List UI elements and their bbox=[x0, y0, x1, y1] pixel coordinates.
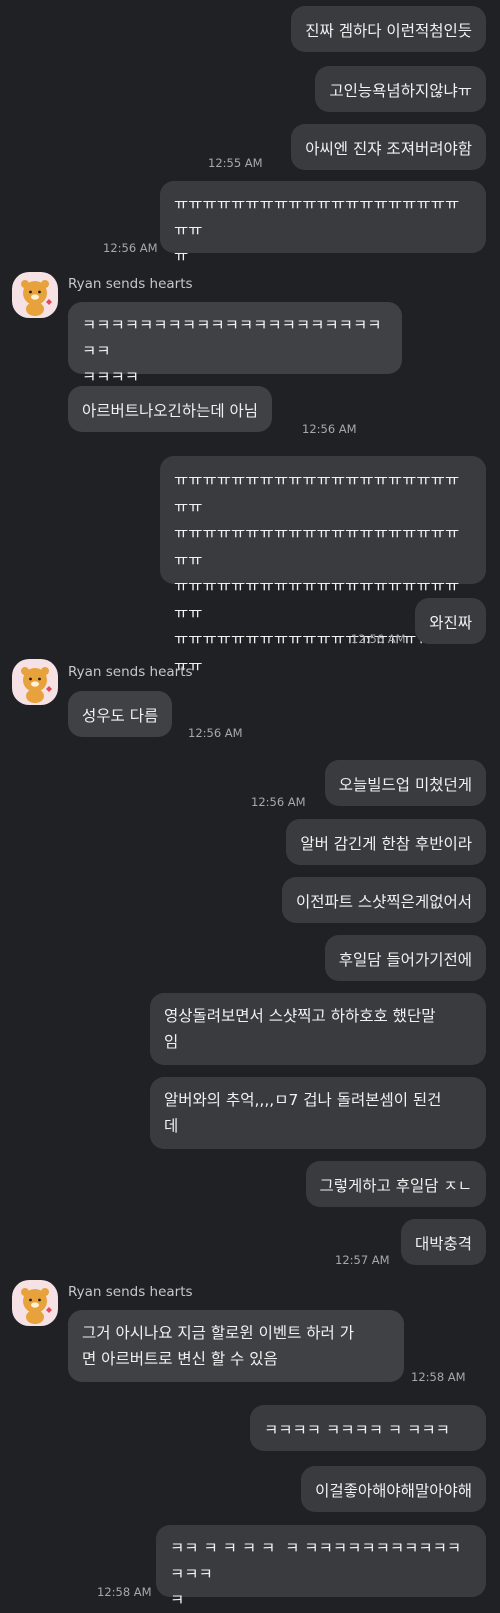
message-bubble[interactable]: 와진짜 bbox=[415, 598, 486, 644]
avatar[interactable] bbox=[12, 1280, 58, 1326]
timestamp: 12:58 AM bbox=[97, 1585, 152, 1599]
timestamp: 12:55 AM bbox=[208, 156, 263, 170]
avatar[interactable] bbox=[12, 659, 58, 705]
timestamp: 12:56 AM bbox=[188, 726, 243, 740]
message-bubble[interactable]: 고인능욕념하지않냐ㅠ bbox=[315, 66, 486, 112]
message-bubble[interactable]: 아씨엔 진쟈 조져버려야함 bbox=[291, 124, 486, 170]
message-bubble[interactable]: 그거 아시나요 지금 할로윈 이벤트 하러 가 면 아르버트로 변신 할 수 있… bbox=[68, 1310, 404, 1382]
avatar[interactable] bbox=[12, 272, 58, 318]
message-bubble[interactable]: 아르버트나오긴하는데 아님 bbox=[68, 386, 273, 432]
message-bubble[interactable]: ㅋㅋㅋㅋ ㅋㅋㅋㅋ ㅋ ㅋㅋㅋ bbox=[250, 1405, 486, 1451]
message-bubble[interactable]: 알버 감긴게 한참 후반이라 bbox=[286, 819, 486, 865]
message-bubble[interactable]: 성우도 다름 bbox=[68, 691, 173, 737]
message-bubble[interactable]: 알버와의 추억,,,,ㅁ7 겁나 돌려본셈이 된건 데 bbox=[150, 1077, 486, 1149]
timestamp: 12:56 AM bbox=[103, 241, 158, 255]
ryan-character-icon bbox=[21, 280, 52, 316]
message-bubble[interactable]: ㅋㅋㅋㅋㅋㅋㅋㅋㅋㅋㅋㅋㅋㅋㅋㅋㅋㅋㅋㅋㅋㅋㅋ ㅋㅋㅋㅋ bbox=[68, 302, 402, 386]
timestamp: 12:56 AM bbox=[351, 632, 406, 646]
message-bubble[interactable]: ㅋㅋ ㅋ ㅋ ㅋ ㅋ ㅋ ㅋㅋㅋㅋㅋㅋㅋㅋㅋㅋㅋㅋㅋㅋ ㅋ bbox=[156, 1525, 486, 1609]
timestamp: 12:56 AM bbox=[302, 422, 357, 436]
sender-name: Ryan sends hearts bbox=[68, 276, 193, 292]
message-bubble[interactable]: 이걸좋아해야해말아야해 bbox=[301, 1466, 486, 1512]
timestamp: 12:56 AM bbox=[251, 795, 306, 809]
message-bubble[interactable]: 영상돌려보면서 스샷찍고 하하호호 했단말 임 bbox=[150, 993, 486, 1065]
timestamp: 12:57 AM bbox=[335, 1253, 390, 1267]
message-bubble[interactable]: ㅠㅠㅠㅠㅠㅠㅠㅠㅠㅠㅠㅠㅠㅠㅠㅠㅠㅠㅠㅠㅠㅠ ㅠㅠㅠㅠㅠㅠㅠㅠㅠㅠㅠㅠㅠㅠㅠㅠㅠ… bbox=[160, 456, 486, 675]
sender-name: Ryan sends hearts bbox=[68, 664, 193, 680]
message-bubble[interactable]: 오늘빌드업 미쳤던게 bbox=[324, 760, 486, 806]
ryan-character-icon bbox=[21, 1288, 52, 1324]
timestamp: 12:58 AM bbox=[411, 1370, 466, 1384]
ryan-character-icon bbox=[21, 667, 52, 703]
message-bubble[interactable]: 후일담 들어가기전에 bbox=[324, 935, 486, 981]
message-bubble[interactable]: 그렇게하고 후일담 ㅈㄴ bbox=[305, 1161, 486, 1207]
message-bubble[interactable]: 이전파트 스샷찍은게없어서 bbox=[281, 877, 486, 923]
message-bubble[interactable]: 대박충격 bbox=[400, 1219, 486, 1265]
sender-name: Ryan sends hearts bbox=[68, 1284, 193, 1300]
message-bubble[interactable]: ㅠㅠㅠㅠㅠㅠㅠㅠㅠㅠㅠㅠㅠㅠㅠㅠㅠㅠㅠㅠㅠㅠ ㅠ bbox=[160, 181, 486, 265]
message-bubble[interactable]: 진짜 겜하다 이런적첨인듯 bbox=[291, 6, 486, 52]
